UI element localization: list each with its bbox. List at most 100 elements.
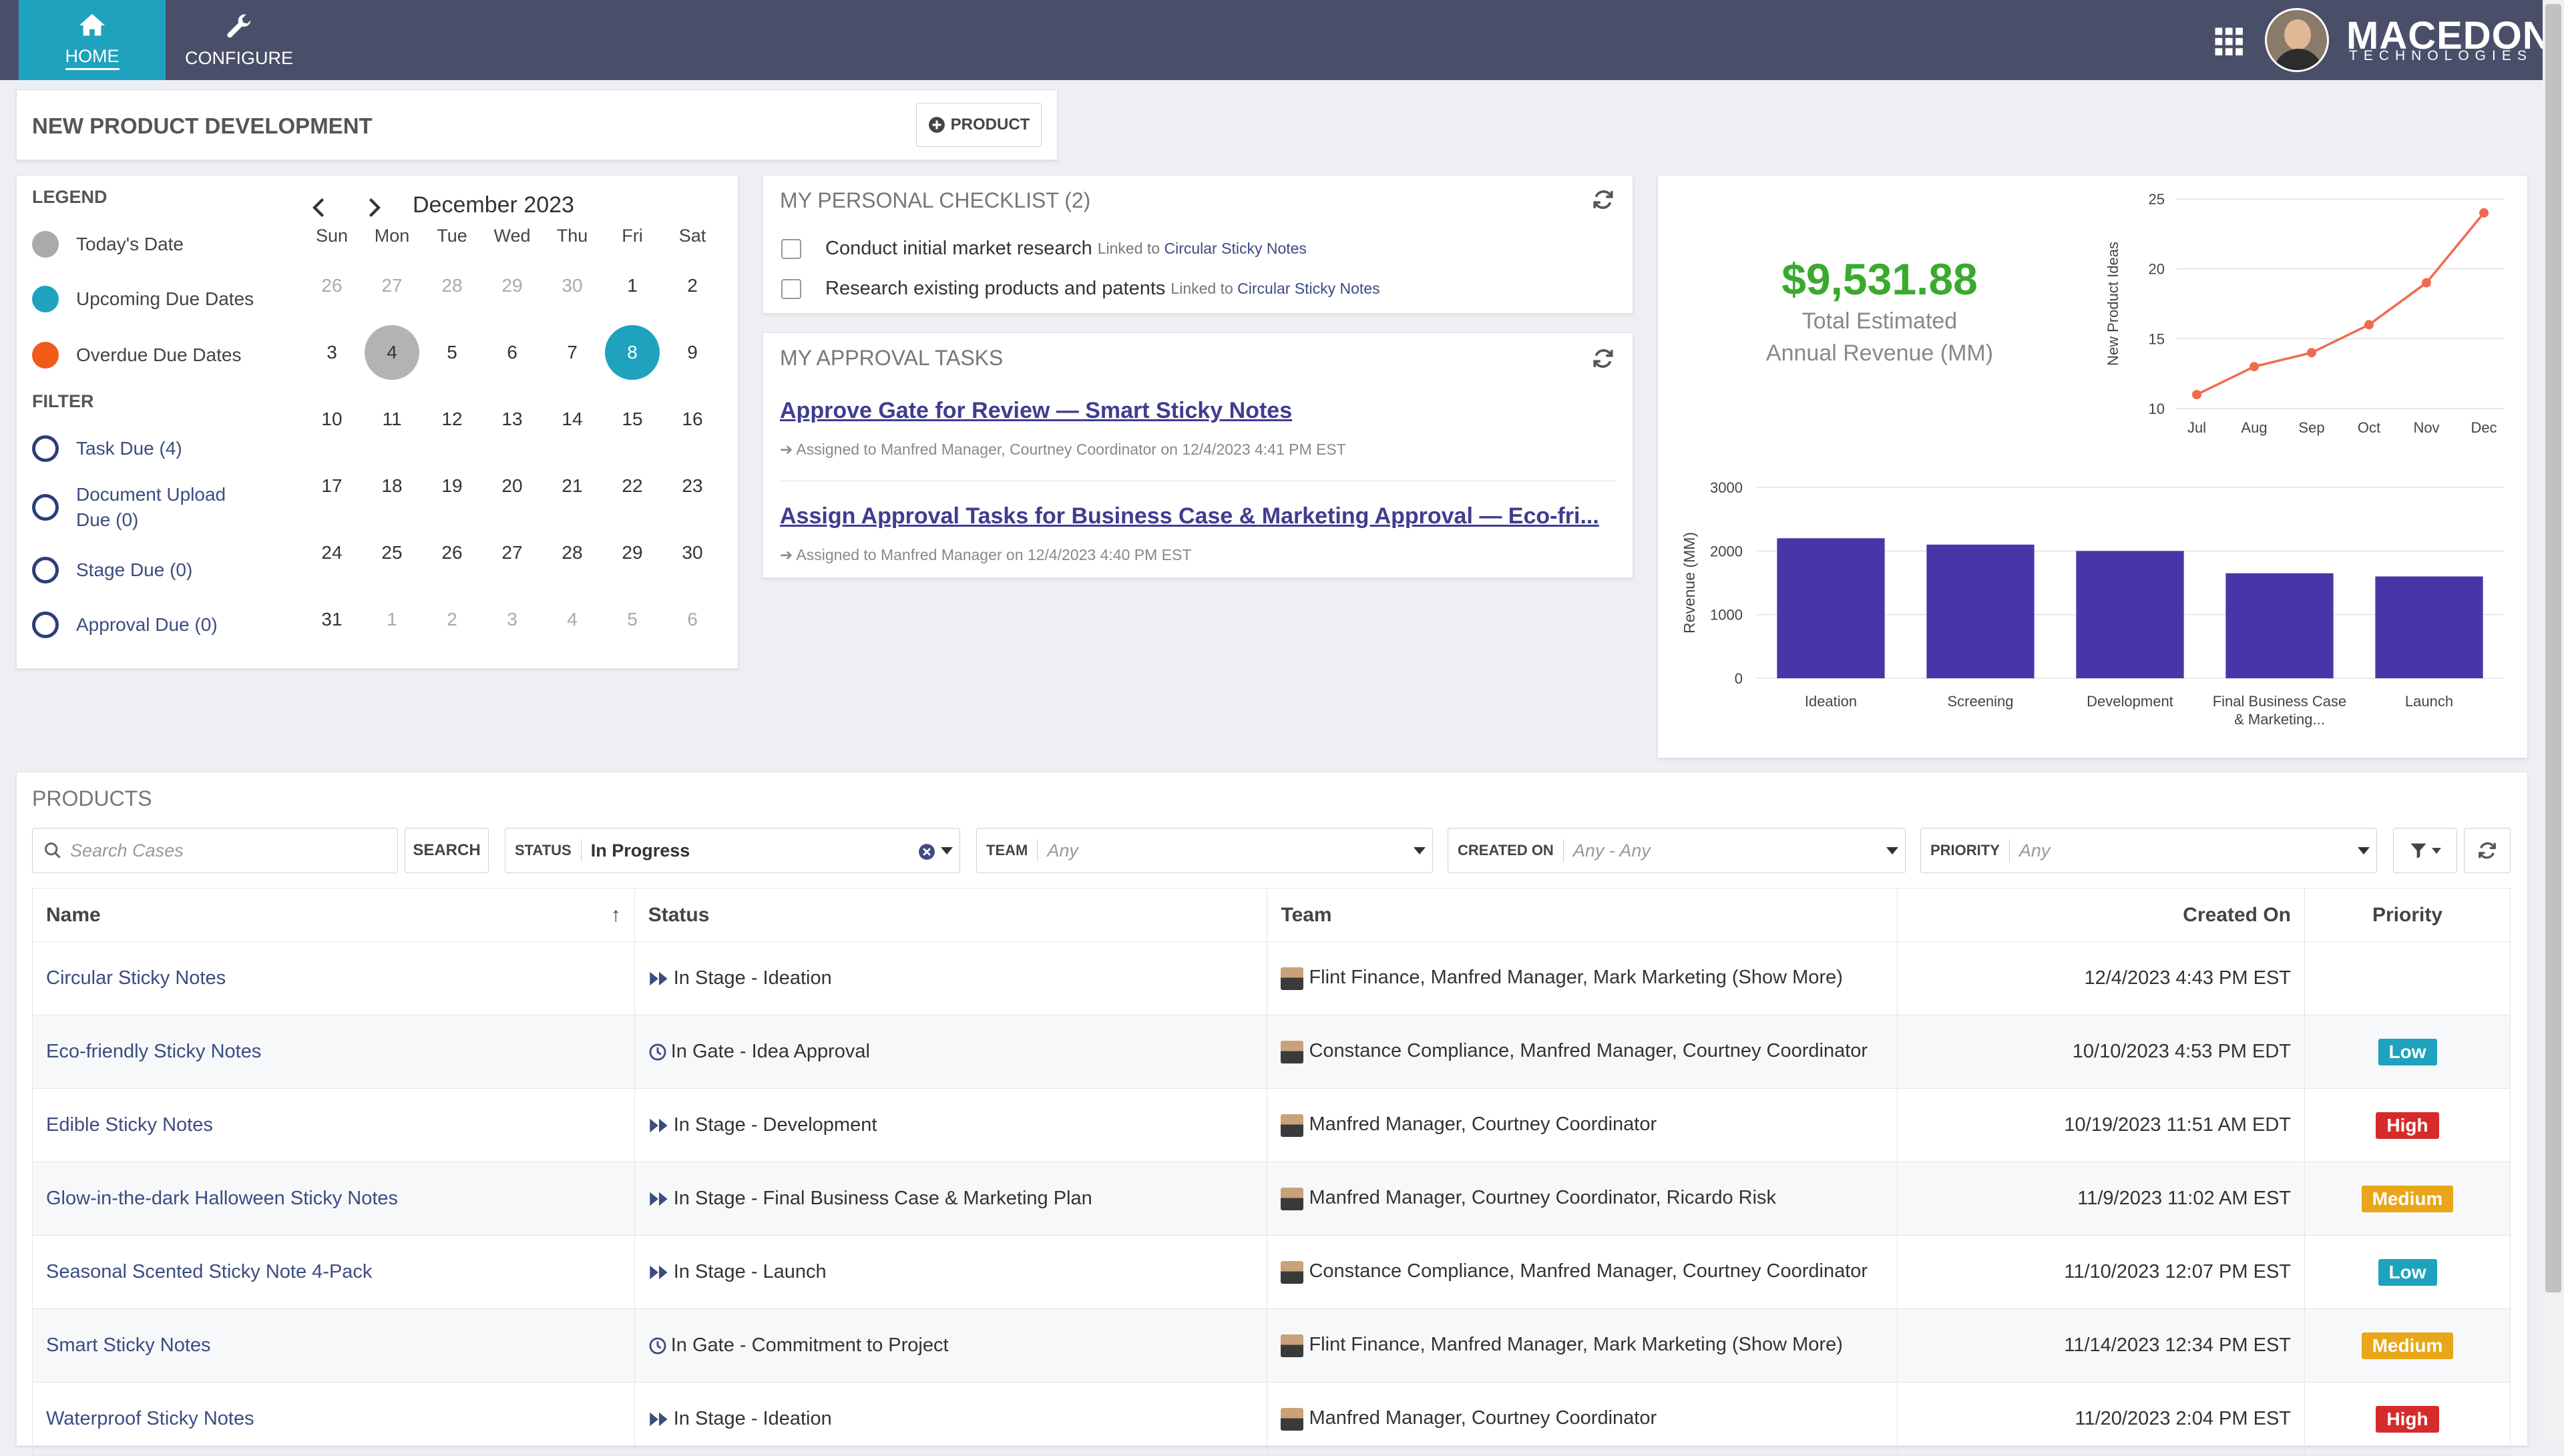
calendar-day[interactable]: 26 — [302, 256, 362, 316]
calendar-day[interactable]: 26 — [422, 523, 482, 583]
table-row[interactable]: Edible Sticky Notes In Stage - Developmen… — [32, 1088, 2511, 1162]
nav-home-tab[interactable]: HOME — [19, 0, 166, 80]
data-point[interactable] — [2307, 348, 2316, 358]
calendar-day[interactable]: 6 — [482, 322, 542, 383]
products-refresh-button[interactable] — [2464, 828, 2511, 873]
data-point[interactable] — [2422, 278, 2431, 288]
priority-filter[interactable]: PRIORITY Any — [1920, 828, 2377, 873]
product-name-link[interactable]: Edible Sticky Notes — [46, 1114, 213, 1136]
calendar-day[interactable]: 1 — [362, 589, 422, 650]
calendar-day[interactable]: 4 — [542, 589, 602, 650]
calendar-day[interactable]: 17 — [302, 456, 362, 516]
calendar-day[interactable]: 2 — [662, 256, 722, 316]
calendar-day[interactable]: 5 — [602, 589, 662, 650]
checklist-linked-case[interactable]: Circular Sticky Notes — [1237, 280, 1379, 297]
nav-configure-tab[interactable]: CONFIGURE — [166, 0, 312, 80]
column-header-status[interactable]: Status — [634, 888, 1268, 942]
search-button[interactable]: SEARCH — [405, 828, 489, 873]
approvals-refresh-icon[interactable] — [1592, 347, 1615, 370]
calendar-day[interactable]: 10 — [302, 389, 362, 449]
calendar-day[interactable]: 28 — [542, 523, 602, 583]
approval-task-link[interactable]: Assign Approval Tasks for Business Case … — [780, 503, 1599, 529]
created-on-filter[interactable]: CREATED ON Any - Any — [1448, 828, 1906, 873]
calendar-prev-icon[interactable] — [310, 196, 329, 219]
apps-grid-icon[interactable] — [2214, 27, 2245, 57]
calendar-day[interactable]: 19 — [422, 456, 482, 516]
calendar-day[interactable]: 13 — [482, 389, 542, 449]
bar[interactable] — [1926, 544, 2035, 678]
calendar-day[interactable]: 30 — [662, 523, 722, 583]
column-header-priority[interactable]: Priority — [2304, 888, 2511, 942]
product-name-link[interactable]: Smart Sticky Notes — [46, 1334, 211, 1356]
calendar-day[interactable]: 23 — [662, 456, 722, 516]
bar[interactable] — [2225, 573, 2334, 678]
calendar-day[interactable]: 14 — [542, 389, 602, 449]
calendar-day[interactable]: 24 — [302, 523, 362, 583]
checklist-checkbox[interactable] — [781, 238, 801, 259]
calendar-next-icon[interactable] — [365, 196, 383, 219]
calendar-day[interactable]: 31 — [302, 589, 362, 650]
calendar-day[interactable]: 20 — [482, 456, 542, 516]
calendar-day[interactable]: 15 — [602, 389, 662, 449]
calendar-day[interactable]: 6 — [662, 589, 722, 650]
filter-approval-due[interactable]: Approval Due (0) — [32, 612, 218, 638]
add-product-button[interactable]: PRODUCT — [916, 103, 1042, 147]
checklist-refresh-icon[interactable] — [1592, 188, 1615, 211]
calendar-day[interactable]: 3 — [302, 322, 362, 383]
clear-status-icon[interactable] — [918, 843, 935, 861]
approval-task-link[interactable]: Approve Gate for Review — Smart Sticky N… — [780, 398, 1292, 424]
filter-stage-due[interactable]: Stage Due (0) — [32, 557, 192, 583]
table-row[interactable]: Seasonal Scented Sticky Note 4-Pack In St… — [32, 1235, 2511, 1309]
calendar-day[interactable]: 21 — [542, 456, 602, 516]
calendar-day[interactable]: 11 — [362, 389, 422, 449]
scrollbar-thumb[interactable] — [2545, 4, 2561, 1292]
checklist-linked-case[interactable]: Circular Sticky Notes — [1164, 240, 1306, 257]
calendar-day[interactable]: 27 — [362, 256, 422, 316]
table-row[interactable]: Circular Sticky Notes In Stage - Ideation… — [32, 941, 2511, 1015]
calendar-day[interactable]: 16 — [662, 389, 722, 449]
bar[interactable] — [2076, 551, 2184, 678]
filter-task-due[interactable]: Task Due (4) — [32, 435, 182, 462]
table-row[interactable]: Smart Sticky Notes In Gate - Commitment t… — [32, 1308, 2511, 1383]
calendar-day[interactable]: 30 — [542, 256, 602, 316]
product-name-link[interactable]: Waterproof Sticky Notes — [46, 1408, 254, 1429]
product-name-link[interactable]: Glow-in-the-dark Halloween Sticky Notes — [46, 1188, 398, 1209]
calendar-day[interactable]: 22 — [602, 456, 662, 516]
data-point[interactable] — [2364, 320, 2374, 330]
calendar-day[interactable]: 27 — [482, 523, 542, 583]
status-filter[interactable]: STATUS In Progress — [505, 828, 960, 873]
search-input[interactable]: Search Cases — [32, 828, 398, 873]
calendar-day[interactable]: 25 — [362, 523, 422, 583]
calendar-day[interactable]: 29 — [602, 523, 662, 583]
calendar-day[interactable]: 18 — [362, 456, 422, 516]
data-point[interactable] — [2479, 208, 2489, 218]
calendar-day[interactable]: 12 — [422, 389, 482, 449]
table-row[interactable]: Waterproof Sticky Notes In Stage - Ideati… — [32, 1382, 2511, 1456]
calendar-day[interactable]: 28 — [422, 256, 482, 316]
column-header-created-on[interactable]: Created On — [1897, 888, 2306, 942]
product-name-link[interactable]: Circular Sticky Notes — [46, 967, 226, 989]
calendar-day[interactable]: 29 — [482, 256, 542, 316]
product-name-link[interactable]: Eco-friendly Sticky Notes — [46, 1041, 261, 1062]
filter-document-upload-due[interactable]: Document Upload Due (0) — [32, 482, 252, 533]
calendar-day[interactable]: 7 — [542, 322, 602, 383]
column-header-name[interactable]: Name ↑ — [32, 888, 635, 942]
bar[interactable] — [2375, 576, 2483, 678]
calendar-day[interactable]: 4 — [362, 322, 422, 383]
table-row[interactable]: Glow-in-the-dark Halloween Sticky Notes I… — [32, 1162, 2511, 1236]
calendar-day[interactable]: 5 — [422, 322, 482, 383]
user-avatar[interactable] — [2265, 8, 2329, 72]
bar[interactable] — [1777, 538, 1885, 678]
calendar-day[interactable]: 8 — [602, 322, 662, 383]
calendar-day[interactable]: 1 — [602, 256, 662, 316]
calendar-day[interactable]: 2 — [422, 589, 482, 650]
checklist-checkbox[interactable] — [781, 278, 801, 299]
calendar-day[interactable]: 9 — [662, 322, 722, 383]
sort-arrow-icon[interactable]: ↑ — [611, 904, 621, 927]
product-name-link[interactable]: Seasonal Scented Sticky Note 4-Pack — [46, 1261, 372, 1282]
table-row[interactable]: Eco-friendly Sticky Notes In Gate - Idea … — [32, 1015, 2511, 1089]
column-header-team[interactable]: Team — [1267, 888, 1898, 942]
data-point[interactable] — [2192, 390, 2201, 400]
team-filter[interactable]: TEAM Any — [976, 828, 1433, 873]
data-point[interactable] — [2250, 362, 2259, 372]
